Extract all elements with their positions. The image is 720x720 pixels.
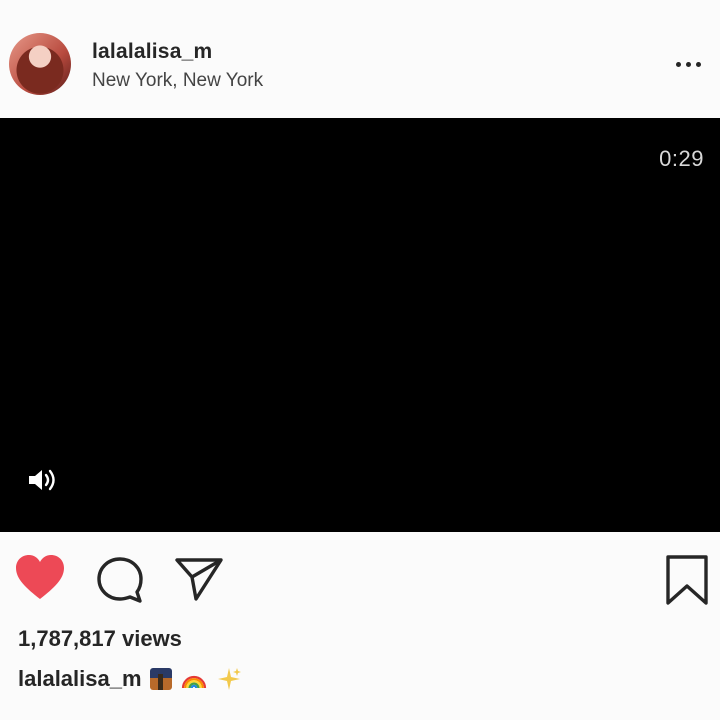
post-username[interactable]: lalalalisa_m <box>92 40 212 64</box>
night-city-icon <box>149 668 172 690</box>
view-count[interactable]: 1,787,817 views <box>18 626 182 652</box>
caption-username[interactable]: lalalalisa_m <box>18 666 142 692</box>
avatar[interactable] <box>9 33 71 95</box>
video-player[interactable]: 0:29 <box>0 118 720 532</box>
sound-icon[interactable] <box>26 466 60 494</box>
more-options-icon[interactable] <box>668 50 708 78</box>
comment-icon[interactable] <box>96 556 144 604</box>
post-header: lalalalisa_m New York, New York <box>0 0 720 118</box>
sparkles-icon <box>217 668 241 690</box>
action-bar <box>0 532 720 628</box>
video-duration: 0:29 <box>659 146 704 171</box>
post-location[interactable]: New York, New York <box>92 70 263 92</box>
rainbow-icon <box>181 675 206 689</box>
caption: lalalalisa_m <box>18 666 242 692</box>
heart-icon[interactable] <box>14 554 66 602</box>
bookmark-icon[interactable] <box>664 554 710 606</box>
share-icon[interactable] <box>174 556 224 602</box>
